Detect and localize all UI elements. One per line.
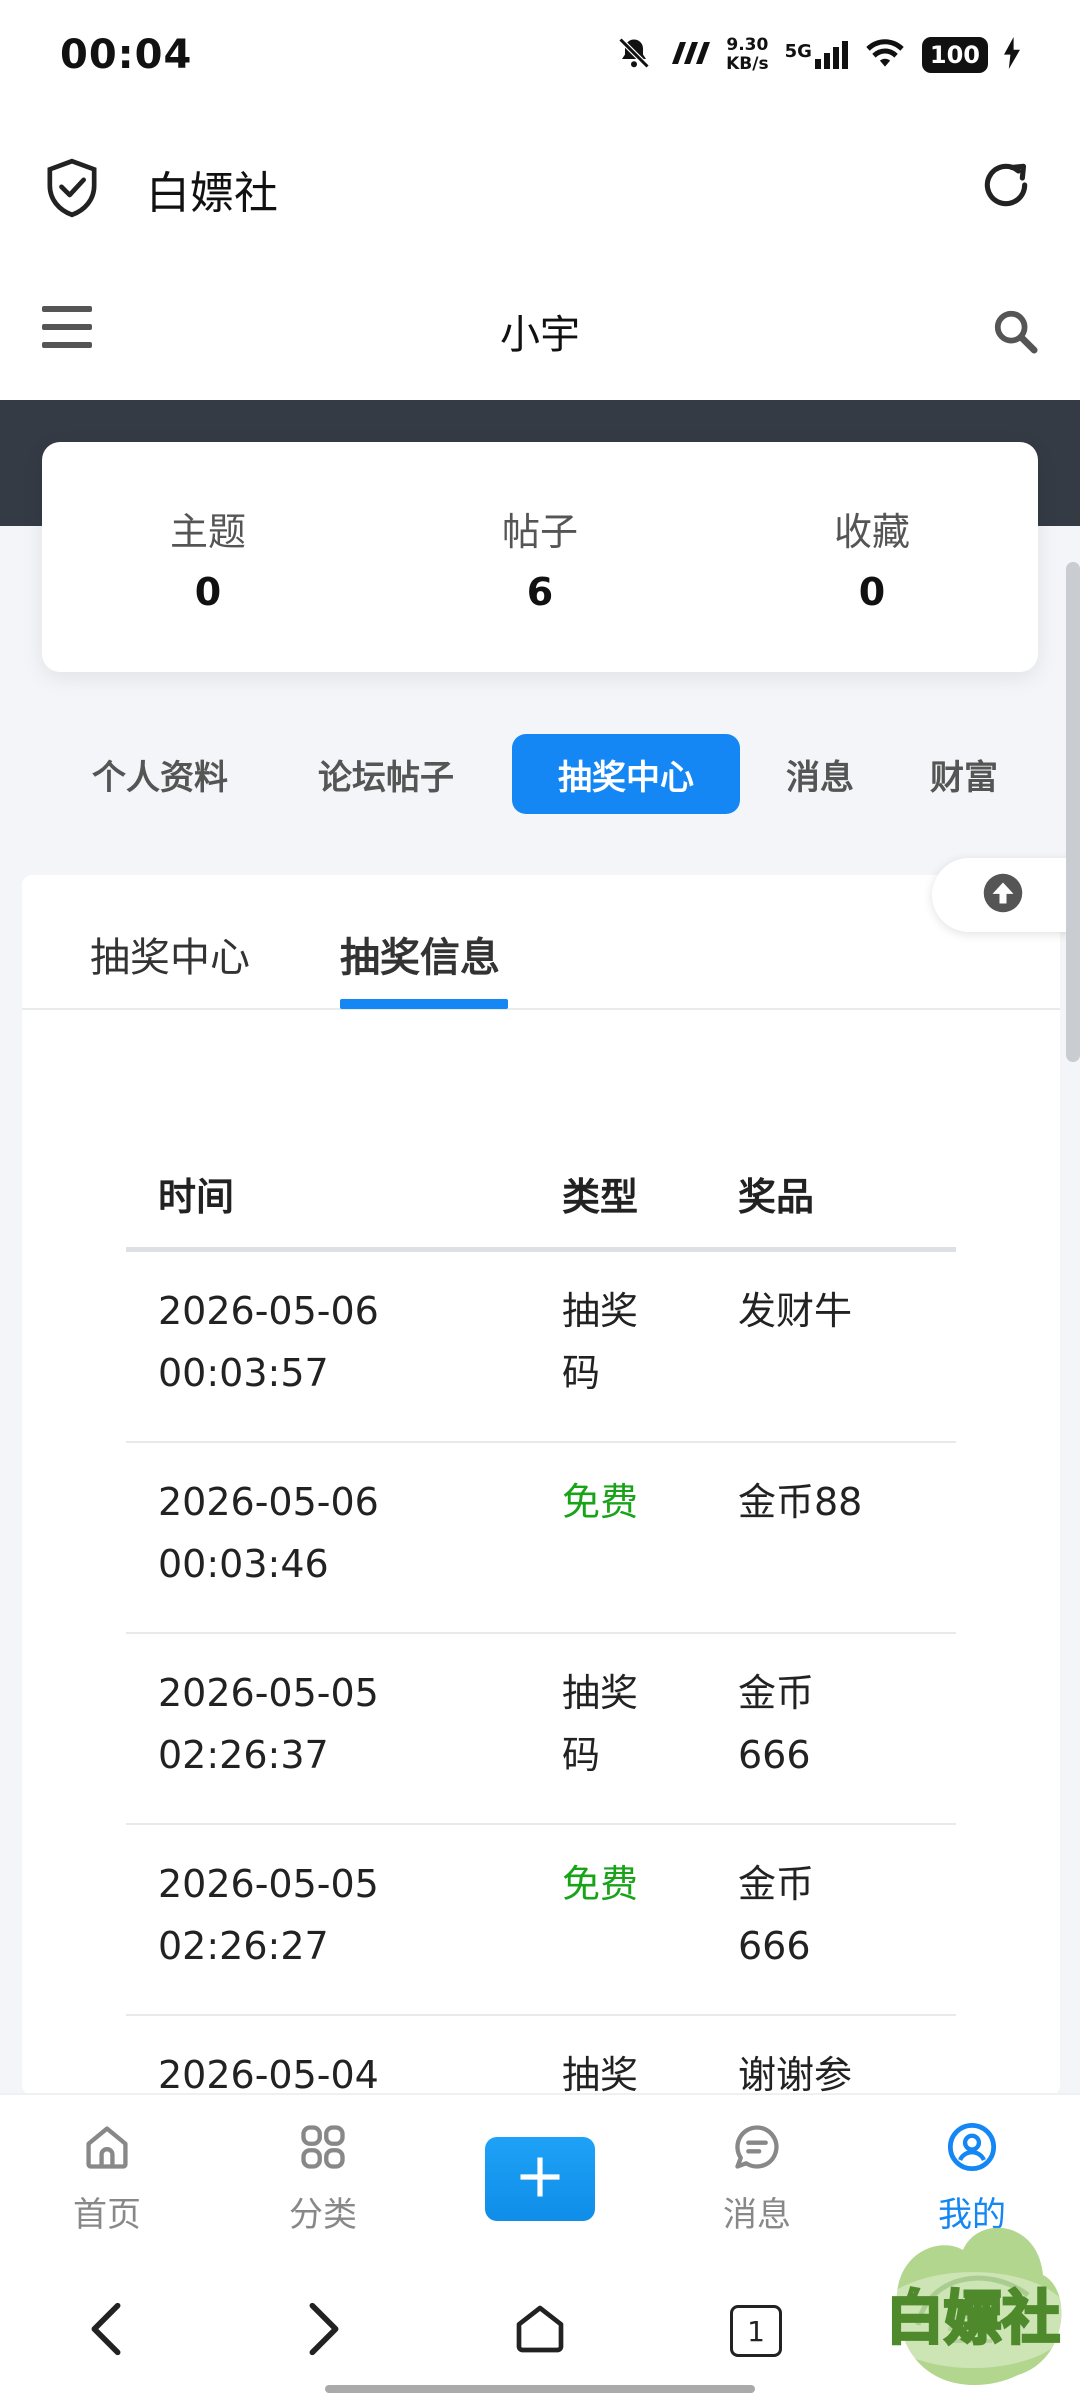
lottery-table: 时间 类型 奖品 2026-05-06 00:03:57 抽奖码 发财牛 2026…: [126, 1140, 956, 2207]
nav-label: 消息: [723, 2195, 791, 2235]
row-prize-cont: 666: [738, 1733, 811, 1777]
row-type: 抽奖: [562, 1289, 639, 1333]
row-time: 00:03:57: [158, 1351, 329, 1395]
profile-tabs: 个人资料 论坛帖子 抽奖中心 消息 财富: [54, 734, 1044, 814]
network-type: 5G: [784, 41, 812, 62]
app-title: 白嫖社: [146, 168, 278, 219]
gesture-bar[interactable]: [325, 2385, 755, 2393]
nav-messages[interactable]: 消息: [677, 2121, 837, 2236]
subtab-lottery-info[interactable]: 抽奖信息: [340, 925, 500, 983]
row-prize: 金币: [738, 1862, 815, 1906]
row-date: 2026-05-05: [158, 1862, 379, 1906]
stat-label: 帖子: [501, 509, 578, 554]
stat-label: 主题: [169, 509, 246, 554]
wifi-icon: [864, 36, 906, 74]
carrier-icon: [668, 38, 711, 72]
row-type-free: 免费: [562, 1862, 639, 1906]
search-icon[interactable]: [992, 308, 1038, 358]
stat-value: 0: [858, 569, 886, 614]
stat-value: 6: [526, 569, 554, 614]
tab-lottery-center[interactable]: 抽奖中心: [512, 734, 740, 814]
nav-label: 分类: [289, 2195, 357, 2235]
watermark-text: 白嫖社: [886, 2284, 1060, 2352]
stat-favorites[interactable]: 收藏 0: [706, 442, 1038, 672]
scroll-to-top-button[interactable]: [932, 858, 1080, 932]
network-speed: 9.30 KB/s: [726, 36, 768, 74]
stat-label: 收藏: [833, 509, 910, 554]
back-button[interactable]: [76, 2301, 136, 2361]
tabs-count-icon: 1: [730, 2305, 782, 2357]
home-icon: [81, 2121, 133, 2177]
row-date: 2026-05-05: [158, 1671, 379, 1715]
signal-indicator: 5G: [785, 41, 848, 69]
lottery-card: 抽奖中心 抽奖信息 时间 类型 奖品 2026-05-06 00:03:57 抽奖…: [22, 875, 1060, 2097]
forward-button[interactable]: [294, 2301, 354, 2361]
row-time: 02:26:37: [158, 1733, 329, 1777]
refresh-icon[interactable]: [978, 157, 1034, 217]
chevron-right-icon: [307, 2301, 341, 2361]
status-time: 00:04: [60, 32, 193, 78]
row-prize: 金币: [738, 1671, 815, 1715]
row-type-cont: 码: [562, 1733, 601, 1777]
row-date: 2026-05-06: [158, 1289, 379, 1333]
column-header-time: 时间: [158, 1175, 235, 1219]
plus-icon: [514, 2151, 566, 2207]
subtab-lottery-center[interactable]: 抽奖中心: [90, 925, 250, 983]
arrow-up-circle-icon: [982, 872, 1024, 918]
lottery-subtabs: 抽奖中心 抽奖信息: [22, 875, 1060, 1010]
page-scrollbar[interactable]: [1066, 562, 1080, 1062]
column-header-prize: 奖品: [738, 1175, 815, 1219]
tab-messages[interactable]: 消息: [760, 734, 880, 814]
bell-muted-icon: [616, 35, 652, 75]
user-circle-icon: [946, 2121, 998, 2177]
battery-level: 100: [921, 37, 988, 73]
charging-icon: [1004, 37, 1020, 73]
app-bar: 白嫖社: [0, 115, 1080, 260]
shield-check-icon[interactable]: [44, 157, 100, 223]
subtab-active-indicator: [340, 999, 508, 1009]
nav-category[interactable]: 分类: [243, 2121, 403, 2236]
grid-icon: [297, 2121, 349, 2177]
status-bar: 00:04 9.30 KB/s 5G 100: [0, 0, 1080, 115]
table-header: 时间 类型 奖品: [126, 1140, 956, 1252]
system-home-button[interactable]: [510, 2301, 570, 2361]
site-header: 小宇: [0, 260, 1080, 400]
stat-value: 0: [194, 569, 222, 614]
page-title: 小宇: [500, 312, 580, 358]
row-type: 抽奖: [562, 1671, 639, 1715]
row-prize: 发财牛: [738, 1289, 853, 1333]
nav-home[interactable]: 首页: [27, 2121, 187, 2236]
row-type-cont: 码: [562, 1351, 601, 1395]
signal-bars-icon: [814, 41, 848, 69]
tabs-count: 1: [747, 2314, 765, 2348]
tab-forum-posts[interactable]: 论坛帖子: [280, 734, 492, 814]
speed-value: 9.30: [726, 35, 769, 55]
chevron-left-icon: [89, 2301, 123, 2361]
row-prize-cont: 666: [738, 1924, 811, 1968]
table-row: 2026-05-06 00:03:46 免费 金币88: [126, 1443, 956, 1634]
new-post-button[interactable]: [485, 2137, 595, 2221]
row-time: 02:26:27: [158, 1924, 329, 1968]
row-date: 2026-05-06: [158, 1480, 379, 1524]
table-row: 2026-05-05 02:26:37 抽奖码 金币 666: [126, 1634, 956, 1825]
row-time: 00:03:46: [158, 1542, 329, 1586]
tab-profile[interactable]: 个人资料: [54, 734, 266, 814]
home-outline-icon: [512, 2301, 568, 2361]
chat-bubble-icon: [731, 2121, 783, 2177]
stat-topics[interactable]: 主题 0: [42, 442, 374, 672]
row-type-free: 免费: [562, 1480, 639, 1524]
row-prize: 金币88: [738, 1480, 863, 1524]
nav-label: 首页: [73, 2195, 141, 2235]
tab-wealth[interactable]: 财富: [904, 734, 1024, 814]
stats-card: 主题 0 帖子 6 收藏 0: [42, 442, 1038, 672]
table-row: 2026-05-05 02:26:27 免费 金币 666: [126, 1825, 956, 2016]
speed-unit: KB/s: [726, 54, 769, 74]
status-icons: 9.30 KB/s 5G 100: [616, 30, 1020, 80]
stat-posts[interactable]: 帖子 6: [374, 442, 706, 672]
screen: 00:04 9.30 KB/s 5G 100 白嫖社 小宇 主题 0 帖子 6 …: [0, 0, 1080, 2400]
table-row: 2026-05-06 00:03:57 抽奖码 发财牛: [126, 1252, 956, 1443]
tabs-button[interactable]: 1: [726, 2301, 786, 2361]
column-header-type: 类型: [562, 1175, 639, 1219]
watermark-logo: 白嫖社: [868, 2195, 1078, 2400]
